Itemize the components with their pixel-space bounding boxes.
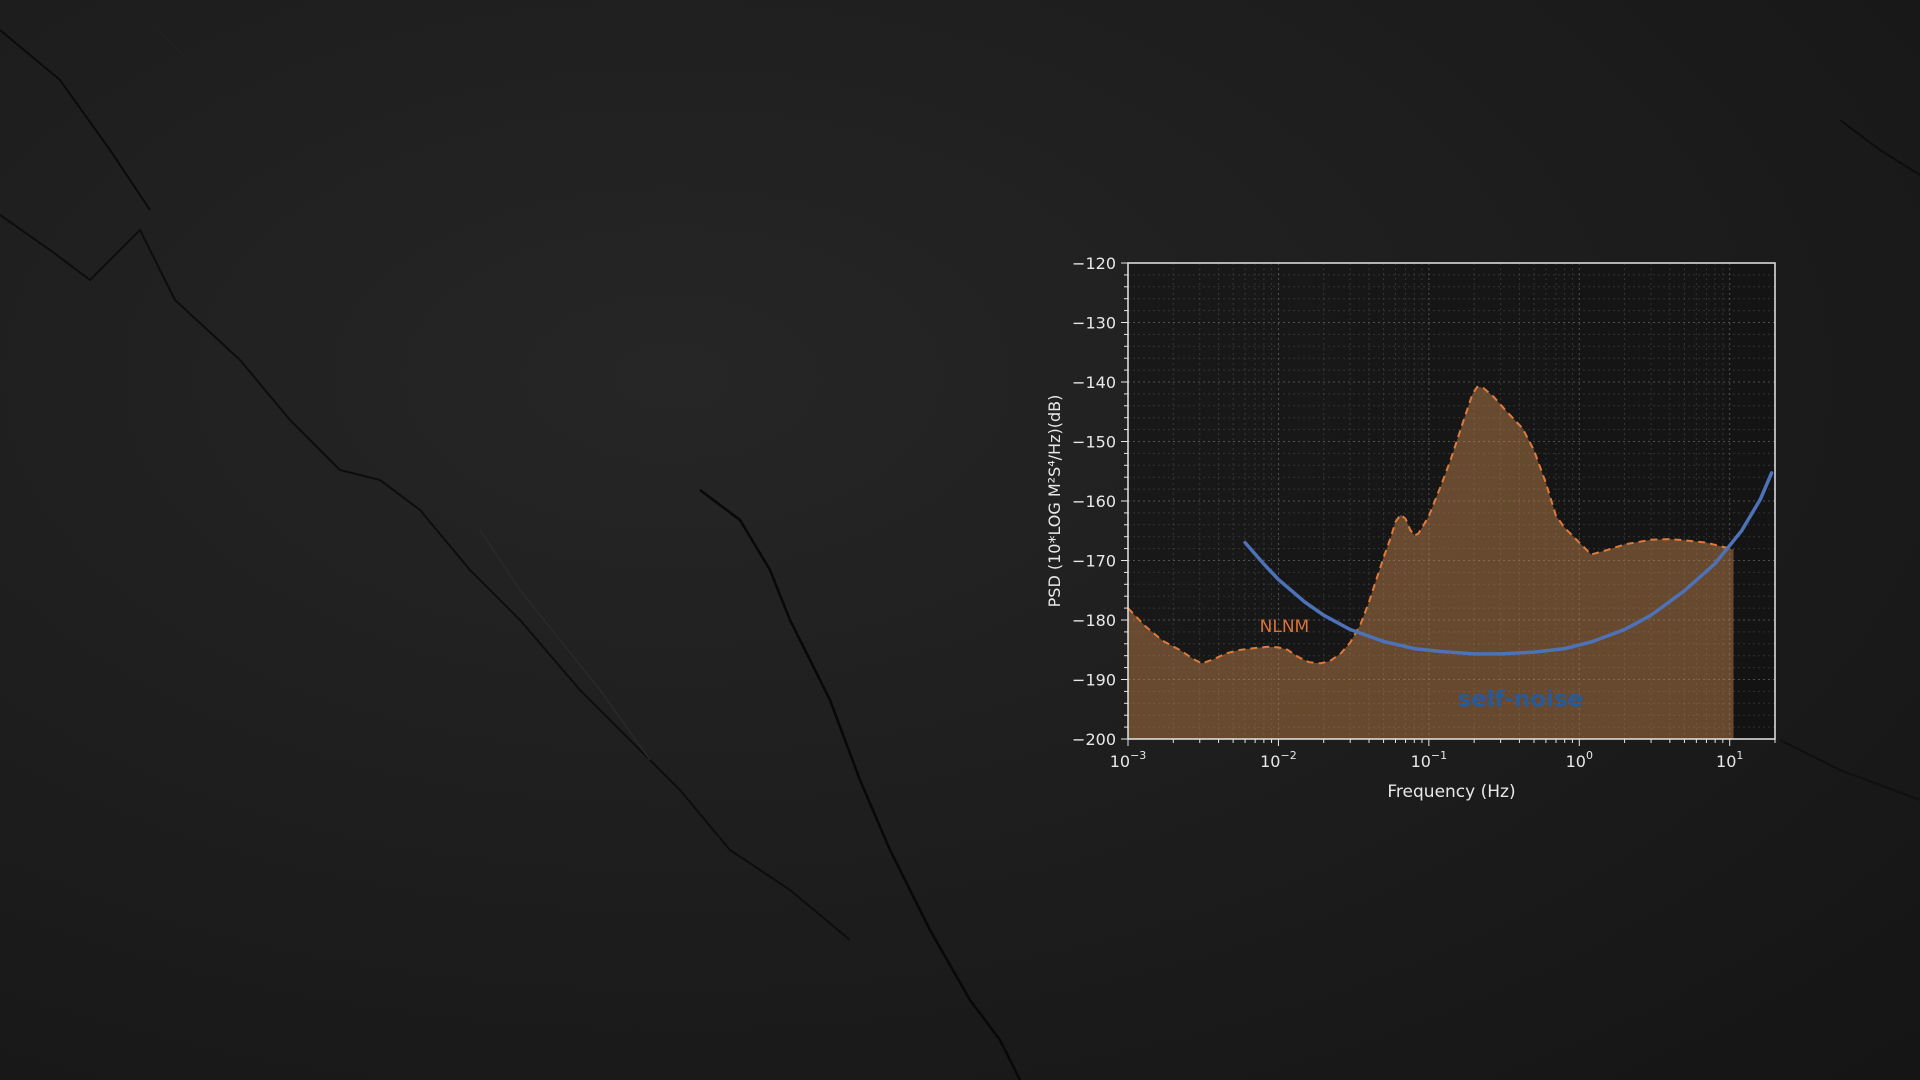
y-tick-label: −190 <box>1072 671 1116 690</box>
y-tick-label: −140 <box>1072 373 1116 392</box>
nlnm-annotation: NLNM <box>1260 617 1310 637</box>
x-axis-label: Frequency (Hz) <box>1387 782 1515 802</box>
y-tick-label: −130 <box>1072 314 1116 333</box>
psd-chart-figure: −120−130−140−150−160−170−180−190−200 10−… <box>0 0 1920 1080</box>
y-axis-label: PSD (10*LOG M²S⁴/Hz)(dB) <box>1045 395 1064 608</box>
y-tick-label: −150 <box>1072 433 1116 452</box>
y-tick-label: −200 <box>1072 730 1116 749</box>
y-tick-label: −170 <box>1072 552 1116 571</box>
self-noise-annotation: self-noise <box>1457 686 1583 712</box>
psd-chart: −120−130−140−150−160−170−180−190−200 10−… <box>1045 254 1776 802</box>
y-tick-label: −180 <box>1072 611 1116 630</box>
y-tick-label: −160 <box>1072 492 1116 511</box>
y-tick-label: −120 <box>1072 254 1116 273</box>
y-tick-labels: −120 −130 −140 −150 −160 −170 −180 −190 −200 <box>1072 254 1116 749</box>
